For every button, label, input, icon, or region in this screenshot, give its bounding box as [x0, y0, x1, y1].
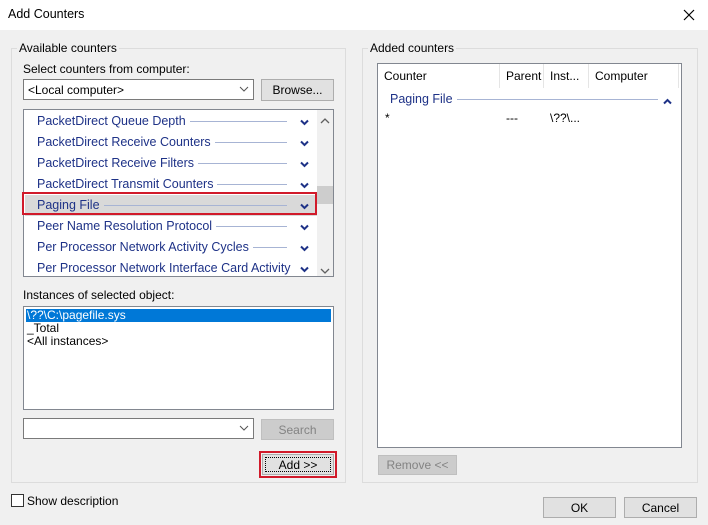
scroll-thumb[interactable] [317, 186, 333, 204]
expand-chevron-icon[interactable] [300, 157, 309, 171]
added-group-header[interactable]: Paging File [378, 90, 680, 108]
window-title: Add Counters [8, 7, 85, 21]
title-bar: Add Counters [0, 0, 708, 30]
browse-button[interactable]: Browse... [261, 79, 334, 101]
group-divider [438, 99, 658, 100]
ok-button[interactable]: OK [543, 497, 616, 518]
counter-category-item[interactable]: PacketDirect Receive Counters [25, 132, 317, 153]
scroll-down-icon[interactable] [320, 264, 330, 276]
expand-chevron-icon[interactable] [300, 241, 309, 255]
added-row-parent: --- [506, 111, 518, 125]
search-button[interactable]: Search [261, 419, 334, 440]
focus-rect [265, 457, 331, 472]
counter-category-name: PacketDirect Queue Depth [37, 114, 190, 128]
expand-chevron-icon[interactable] [300, 220, 309, 234]
cancel-button[interactable]: Cancel [624, 497, 697, 518]
remove-button[interactable]: Remove << [378, 455, 457, 475]
added-counters-legend: Added counters [368, 41, 457, 55]
search-input[interactable] [23, 418, 254, 439]
column-header-instance[interactable]: Inst... [544, 64, 589, 88]
ok-button-label: OK [570, 500, 589, 515]
instance-item[interactable]: <All instances> [26, 335, 331, 348]
computer-select[interactable]: <Local computer> [23, 79, 254, 100]
added-group-name: Paging File [390, 92, 457, 106]
added-row-counter: * [385, 111, 390, 125]
remove-button-label: Remove << [386, 458, 449, 472]
show-description-label: Show description [27, 494, 119, 508]
expand-chevron-icon[interactable] [300, 178, 309, 192]
counter-category-name: PacketDirect Transmit Counters [37, 177, 218, 191]
counter-category-name: PacketDirect Receive Counters [37, 135, 215, 149]
column-header-counter[interactable]: Counter [378, 64, 500, 88]
column-header-computer[interactable]: Computer [589, 64, 679, 88]
chevron-down-icon [239, 83, 249, 97]
counter-category-name: Per Processor Network Interface Card Act… [37, 261, 295, 275]
counter-category-item[interactable]: Per Processor Network Activity Cycles [25, 237, 317, 258]
instances-label: Instances of selected object: [23, 288, 175, 302]
paging-file-highlight [22, 192, 317, 215]
close-button[interactable] [676, 2, 702, 28]
available-counters-legend: Available counters [17, 41, 119, 55]
counter-category-name: Peer Name Resolution Protocol [37, 219, 217, 233]
expand-chevron-icon[interactable] [300, 262, 309, 276]
computer-label: Select counters from computer: [23, 62, 190, 76]
close-icon [683, 9, 695, 21]
counter-category-item[interactable]: Peer Name Resolution Protocol [25, 216, 317, 237]
computer-select-value: <Local computer> [28, 83, 125, 97]
added-row-instance: \??\... [550, 111, 581, 125]
counters-scrollbar[interactable] [317, 110, 333, 276]
browse-button-label: Browse... [272, 83, 323, 97]
cancel-button-label: Cancel [641, 500, 680, 515]
search-button-label: Search [278, 422, 317, 437]
expand-chevron-icon[interactable] [300, 136, 309, 150]
chevron-up-icon[interactable] [663, 94, 672, 108]
chevron-down-icon [239, 422, 249, 436]
expand-chevron-icon[interactable] [300, 115, 309, 129]
instance-item[interactable]: \??\C:\pagefile.sys [26, 309, 331, 322]
counter-category-item[interactable]: PacketDirect Queue Depth [25, 111, 317, 132]
added-row[interactable]: * --- \??\... [378, 110, 680, 126]
add-button[interactable]: Add >> [259, 451, 337, 478]
instances-list[interactable]: \??\C:\pagefile.sys _Total <All instances> [23, 306, 334, 410]
counter-category-name: Per Processor Network Activity Cycles [37, 240, 253, 254]
added-counters-list[interactable]: Counter Parent Inst... Computer Paging F… [377, 63, 682, 448]
show-description-checkbox[interactable] [11, 494, 24, 507]
counter-category-item[interactable]: PacketDirect Receive Filters [25, 153, 317, 174]
column-header-parent[interactable]: Parent [500, 64, 544, 88]
scroll-up-icon[interactable] [320, 114, 330, 128]
counter-category-item[interactable]: Per Processor Network Interface Card Act… [25, 258, 317, 276]
counter-category-name: PacketDirect Receive Filters [37, 156, 198, 170]
